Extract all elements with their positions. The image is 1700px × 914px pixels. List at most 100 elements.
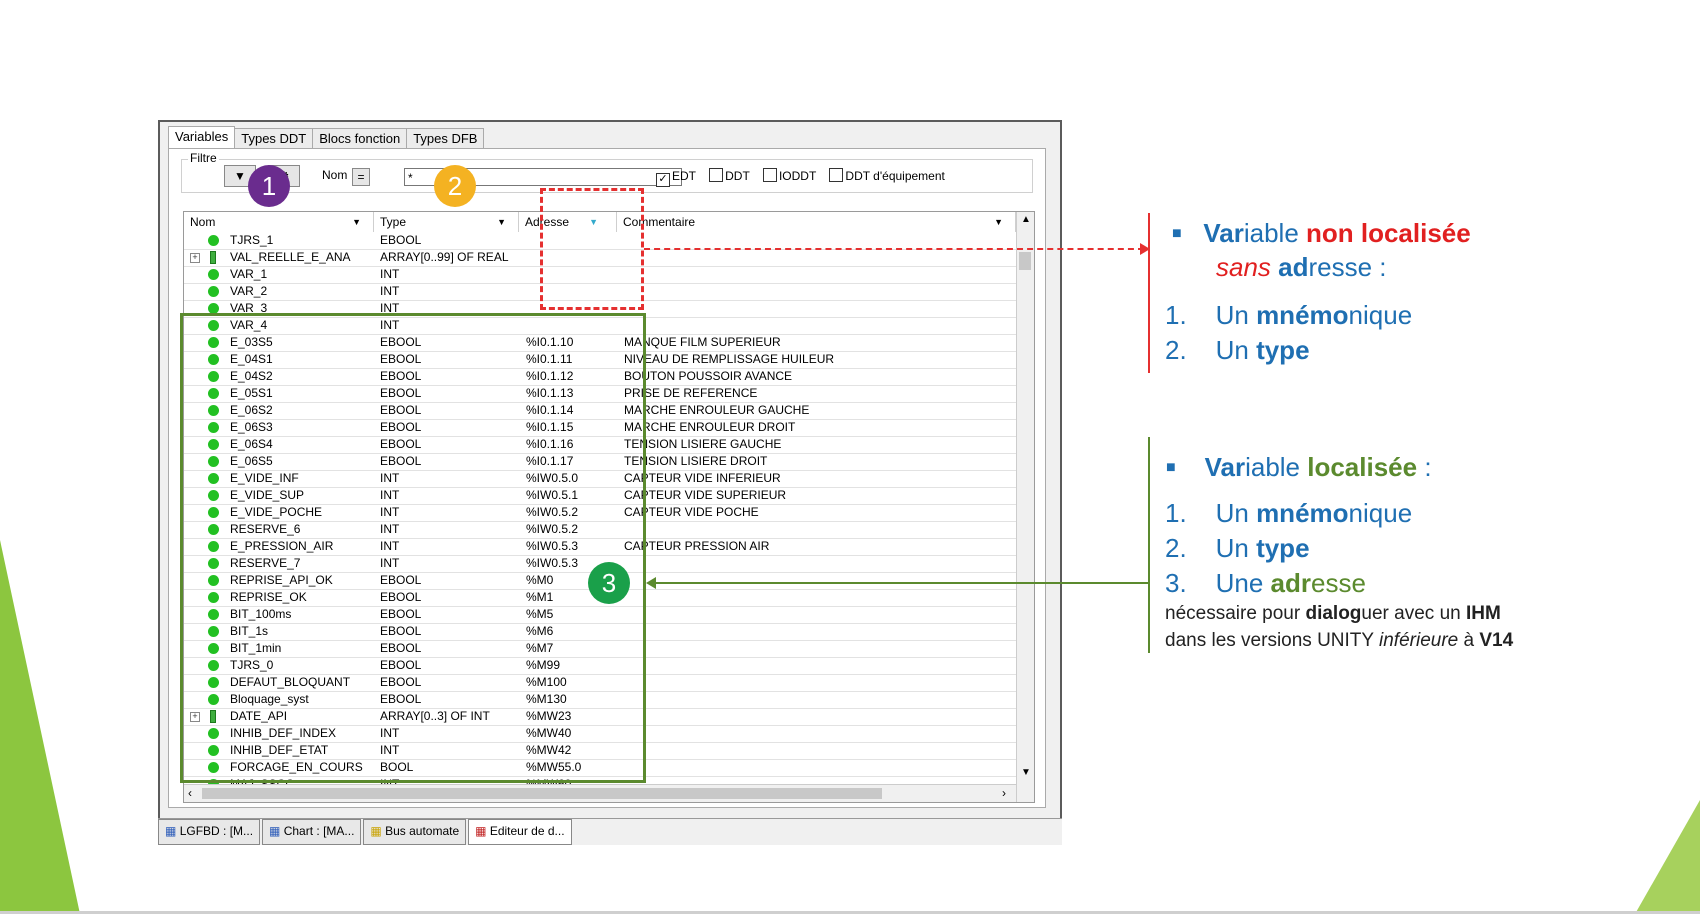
cell-commentaire[interactable]	[624, 521, 1014, 538]
cell-type[interactable]: INT	[380, 283, 516, 300]
checkbox-edt[interactable]: ✓ EDT	[656, 169, 696, 187]
annotation-2-item-1-num: 1.	[1165, 498, 1187, 528]
annotation-2-item-3-b: adr	[1270, 568, 1311, 598]
cell-commentaire[interactable]	[624, 759, 1014, 776]
cell-type[interactable]: INT	[380, 266, 516, 283]
checkbox-ioddt[interactable]: IODDT	[762, 168, 816, 183]
checkbox-ddt-equipement[interactable]: DDT d'équipement	[829, 168, 945, 183]
cell-commentaire[interactable]	[624, 725, 1014, 742]
equals-button[interactable]: =	[352, 168, 370, 186]
green-arrow-line	[654, 582, 1148, 584]
checkbox-ddt-box[interactable]	[709, 168, 724, 182]
cell-commentaire[interactable]: CAPTEUR VIDE POCHE	[624, 504, 1014, 521]
chart-icon: ▦	[269, 824, 281, 838]
cell-commentaire[interactable]	[624, 640, 1014, 657]
scroll-right-arrow-icon[interactable]: ›	[1002, 786, 1006, 800]
annotation-1-item-1-c: nique	[1348, 300, 1413, 330]
note-1-b: dialog	[1305, 603, 1362, 624]
cell-commentaire[interactable]	[624, 232, 1014, 249]
task-lgfbd[interactable]: ▦ LGFBD : [M...	[158, 819, 261, 845]
note-1-a: nécessaire pour	[1165, 603, 1306, 624]
cell-commentaire[interactable]	[624, 317, 1014, 334]
cell-commentaire[interactable]	[624, 691, 1014, 708]
cell-commentaire[interactable]	[624, 555, 1014, 572]
note-1-d: IHM	[1466, 603, 1501, 624]
cell-commentaire[interactable]: PRISE DE REFERENCE	[624, 385, 1014, 402]
cell-commentaire[interactable]	[624, 572, 1014, 589]
vertical-scrollbar[interactable]: ▲ ▼	[1016, 212, 1034, 802]
cell-commentaire[interactable]: MANQUE FILM SUPERIEUR	[624, 334, 1014, 351]
cell-commentaire[interactable]: CAPTEUR VIDE INFERIEUR	[624, 470, 1014, 487]
cell-commentaire[interactable]: CAPTEUR VIDE SUPERIEUR	[624, 487, 1014, 504]
cell-commentaire[interactable]	[624, 623, 1014, 640]
column-header-type[interactable]: Type ▼	[374, 212, 519, 232]
scroll-up-arrow-icon[interactable]: ▲	[1021, 214, 1031, 225]
cell-commentaire[interactable]	[624, 657, 1014, 674]
variable-status-icon	[208, 269, 219, 280]
cell-type[interactable]: ARRAY[0..99] OF REAL	[380, 249, 516, 266]
cell-commentaire[interactable]	[624, 742, 1014, 759]
scroll-hthumb[interactable]	[202, 788, 882, 799]
checkbox-ddt[interactable]: DDT	[709, 168, 750, 183]
variable-status-icon	[208, 235, 219, 246]
cell-commentaire[interactable]	[624, 589, 1014, 606]
annotation-2-note-1: nécessaire pour dialoguer avec un IHM	[1165, 600, 1501, 627]
annotation-2-item-2-a: Un	[1215, 533, 1257, 563]
cell-type[interactable]: EBOOL	[380, 232, 516, 249]
scroll-left-arrow-icon[interactable]: ‹	[188, 786, 192, 800]
badge-3: 3	[588, 562, 630, 604]
badge-1: 1	[248, 165, 290, 207]
task-chart[interactable]: ▦ Chart : [MA...	[262, 819, 362, 845]
checkbox-edt-label: EDT	[672, 169, 696, 183]
scroll-thumb[interactable]	[1019, 252, 1031, 270]
cell-commentaire[interactable]: BOUTON POUSSOIR AVANCE	[624, 368, 1014, 385]
cell-commentaire[interactable]	[624, 283, 1014, 300]
cell-commentaire[interactable]: NIVEAU DE REMPLISSAGE HUILEUR	[624, 351, 1014, 368]
annotation-2-item-3-num: 3.	[1165, 568, 1187, 598]
cell-commentaire[interactable]	[624, 300, 1014, 317]
cell-commentaire[interactable]: MARCHE ENROULEUR DROIT	[624, 419, 1014, 436]
annotation-1-title-b: iable	[1243, 218, 1306, 248]
chevron-down-icon[interactable]: ▼	[497, 212, 506, 232]
tab-variables[interactable]: Variables	[168, 126, 236, 148]
column-header-nom[interactable]: Nom ▼	[184, 212, 374, 232]
badge-2: 2	[434, 165, 476, 207]
tab-types-ddt[interactable]: Types DDT	[234, 128, 314, 148]
annotation-2-item-2-b: type	[1256, 533, 1310, 563]
column-header-nom-label: Nom	[190, 215, 216, 229]
tab-types-dfb[interactable]: Types DFB	[406, 128, 485, 148]
bullet-icon: ■	[1166, 459, 1176, 476]
cell-commentaire[interactable]	[624, 708, 1014, 725]
expand-icon[interactable]: +	[190, 253, 200, 263]
cell-commentaire[interactable]: TENSION LISIERE DROIT	[624, 453, 1014, 470]
scroll-down-arrow-icon[interactable]: ▼	[1021, 767, 1031, 778]
tab-blocs-fonction[interactable]: Blocs fonction	[312, 128, 408, 148]
cell-commentaire[interactable]: CAPTEUR PRESSION AIR	[624, 538, 1014, 555]
red-arrow-line	[644, 248, 1144, 250]
cell-nom[interactable]: VAL_REELLE_E_ANA	[230, 249, 370, 266]
checkbox-edt-box[interactable]: ✓	[656, 173, 670, 187]
task-bus-automate[interactable]: ▦ Bus automate	[363, 819, 467, 845]
task-editeur[interactable]: ▦ Editeur de d...	[468, 819, 572, 845]
cell-nom[interactable]: TJRS_1	[230, 232, 370, 249]
cell-commentaire[interactable]	[624, 266, 1014, 283]
annotation-1-ad: ad	[1270, 252, 1309, 282]
checkbox-group: ✓ EDT DDT IODDT DDT d'équipement	[656, 168, 945, 187]
column-header-commentaire[interactable]: Commentaire ▼	[617, 212, 1016, 232]
cell-commentaire[interactable]: TENSION LISIERE GAUCHE	[624, 436, 1014, 453]
chevron-down-icon[interactable]: ▼	[352, 212, 361, 232]
annotation-2-title: ■ Variable localisée :	[1166, 450, 1432, 485]
horizontal-scrollbar[interactable]: ‹ ›	[184, 784, 1016, 802]
cell-commentaire[interactable]	[624, 606, 1014, 623]
cell-commentaire[interactable]	[624, 674, 1014, 691]
checkbox-ddt-equipement-box[interactable]	[829, 168, 844, 182]
slide-decoration-left	[0, 540, 80, 914]
annotation-1-title-c: non localisée	[1306, 218, 1471, 248]
cell-nom[interactable]: VAR_2	[230, 283, 370, 300]
cell-commentaire[interactable]	[624, 249, 1014, 266]
chevron-down-icon[interactable]: ▼	[994, 212, 1003, 232]
cell-nom[interactable]: VAR_1	[230, 266, 370, 283]
note-1-c: uer avec un	[1361, 603, 1466, 624]
checkbox-ioddt-box[interactable]	[762, 168, 777, 182]
cell-commentaire[interactable]: MARCHE ENROULEUR GAUCHE	[624, 402, 1014, 419]
